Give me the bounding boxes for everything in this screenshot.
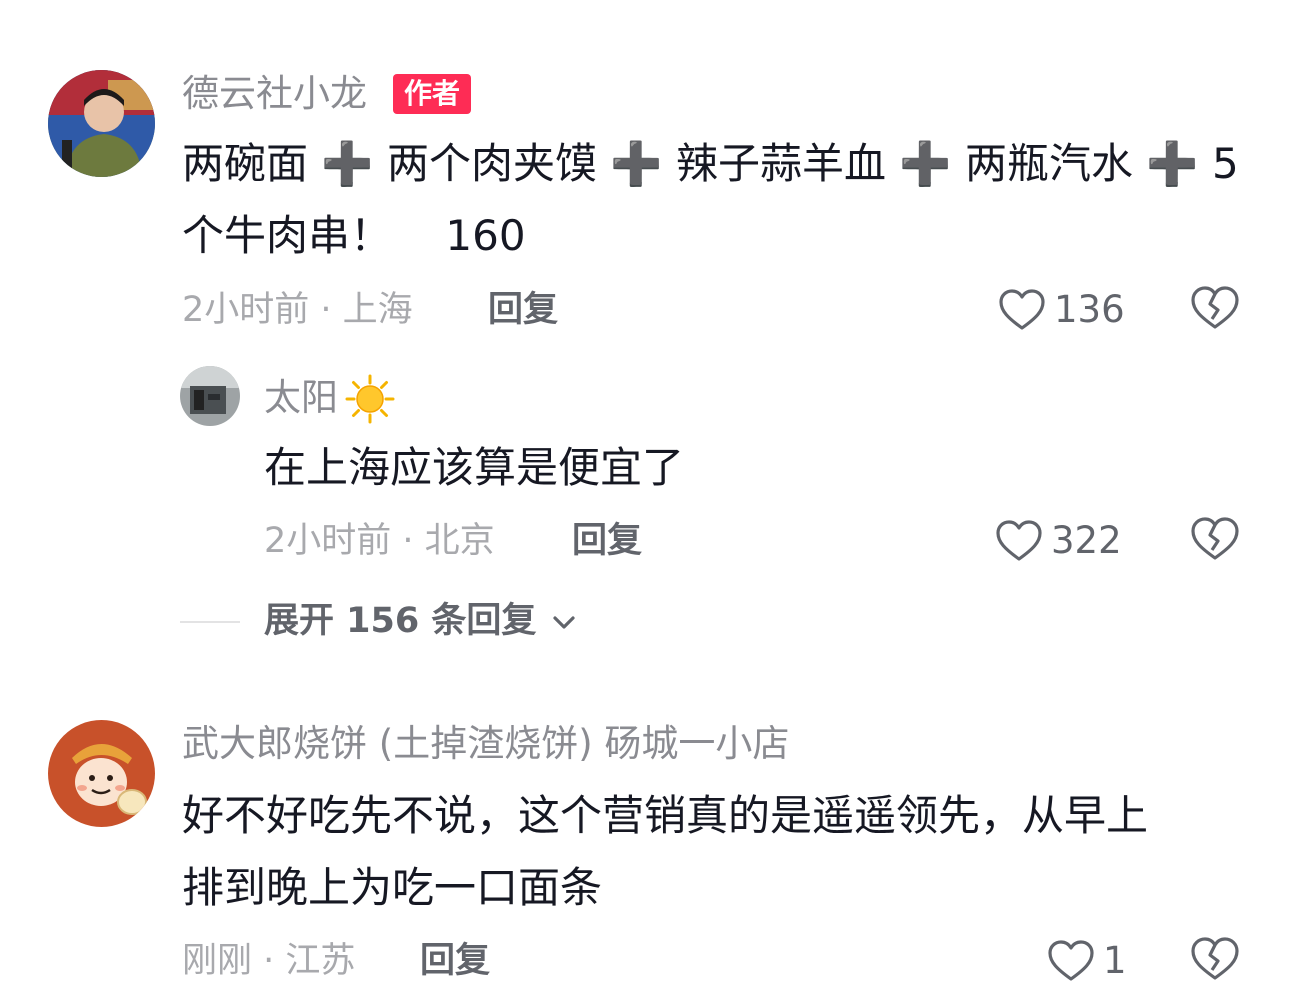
comment-username[interactable]: 德云社小龙 <box>182 72 367 116</box>
reply-button[interactable]: 回复 <box>488 288 558 332</box>
expand-divider <box>180 621 240 623</box>
author-badge: 作者 <box>393 74 472 114</box>
reply-time-location: 2小时前 · 北京 <box>264 521 495 561</box>
comment-username[interactable]: 武大郎烧饼 (土掉渣烧饼) 砀城一小店 <box>182 722 789 766</box>
broken-heart-icon <box>1191 286 1239 329</box>
heart-icon <box>996 520 1042 561</box>
comment-avatar[interactable] <box>48 70 155 177</box>
avatar-image-icon <box>48 720 155 827</box>
comment-content: 两碗面 ➕ 两个肉夹馍 ➕ 辣子蒜羊血 ➕ 两瓶汽水 ➕ 5 个牛肉串！ 160 <box>182 139 1239 260</box>
like-count: 136 <box>1054 288 1125 331</box>
reply-button[interactable]: 回复 <box>572 519 642 563</box>
like-count: 1 <box>1103 939 1127 982</box>
like-button[interactable]: 322 <box>995 516 1122 566</box>
avatar-image-icon <box>180 366 240 426</box>
comment-time-location: 刚刚 · 江苏 <box>182 941 356 981</box>
like-count: 322 <box>1051 519 1122 562</box>
like-button[interactable]: 1 <box>1047 936 1127 986</box>
broken-heart-icon <box>1191 517 1239 560</box>
dislike-button[interactable] <box>1190 516 1240 566</box>
expand-replies-label: 展开 156 条回复 <box>264 601 537 641</box>
dislike-button[interactable] <box>1190 285 1240 335</box>
comment-content: 好不好吃先不说，这个营销真的是遥遥领先，从早上 排到晚上为吃一口面条 <box>182 791 1149 912</box>
expand-replies-button[interactable]: 展开 156 条回复 <box>264 599 577 643</box>
sun-emoji-icon <box>345 374 395 428</box>
heart-icon <box>1048 940 1094 981</box>
like-button[interactable]: 136 <box>998 285 1125 335</box>
broken-heart-icon <box>1191 937 1239 980</box>
dislike-button[interactable] <box>1190 936 1240 986</box>
comment-avatar[interactable] <box>48 720 155 827</box>
reply-content: 在上海应该算是便宜了 <box>264 443 685 492</box>
avatar-image-icon <box>48 70 155 177</box>
heart-icon <box>999 289 1045 330</box>
reply-button[interactable]: 回复 <box>420 939 490 983</box>
comment-time-location: 2小时前 · 上海 <box>182 290 413 330</box>
chevron-down-icon <box>553 616 575 629</box>
reply-username[interactable]: 太阳 <box>264 376 338 420</box>
reply-avatar[interactable] <box>180 366 240 426</box>
